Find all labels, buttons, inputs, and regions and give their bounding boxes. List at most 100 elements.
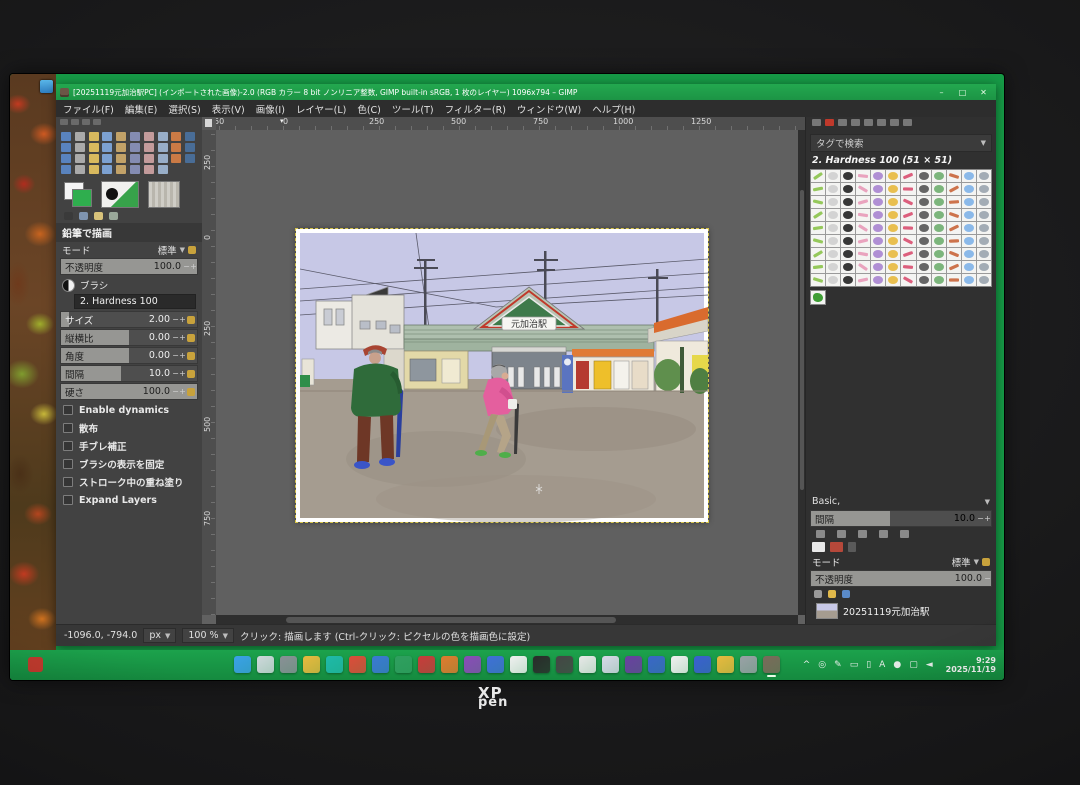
brush-action-icons[interactable] — [806, 528, 996, 540]
brush-name-field[interactable]: 2. Hardness 100 — [74, 294, 196, 309]
link-icon[interactable] — [187, 352, 195, 360]
active-brush-preview[interactable] — [101, 181, 139, 208]
brush-cell[interactable] — [871, 196, 885, 208]
tool-button[interactable] — [158, 143, 168, 152]
oneNote-icon[interactable] — [464, 656, 481, 673]
tool-button[interactable] — [102, 132, 112, 141]
tool-button[interactable] — [171, 143, 181, 152]
brush-cell[interactable] — [811, 170, 825, 182]
link-icon[interactable] — [187, 316, 195, 324]
tool-button[interactable] — [185, 143, 195, 152]
tool-button[interactable] — [185, 154, 195, 163]
brush-cell[interactable] — [932, 261, 946, 273]
brush-cell[interactable] — [871, 274, 885, 286]
link-icon[interactable] — [187, 388, 195, 396]
decrement-button[interactable]: − — [977, 514, 984, 523]
brush-search-input[interactable]: タグで検索 ▼ — [810, 134, 992, 152]
decrement-button[interactable]: − — [172, 351, 179, 360]
active-pattern-preview[interactable] — [148, 181, 180, 208]
checkbox-icon[interactable] — [63, 477, 73, 487]
tool-option-checkbox[interactable]: 手ブレ補正 — [56, 437, 202, 455]
menu-item[interactable]: 表示(V) — [212, 102, 245, 116]
tool-button[interactable] — [102, 143, 112, 152]
tool-button[interactable] — [89, 143, 99, 152]
app-red-icon[interactable] — [418, 656, 435, 673]
brush-cell[interactable] — [856, 261, 870, 273]
tool-grid[interactable] — [56, 130, 202, 176]
tool-button[interactable] — [61, 154, 71, 163]
tool-button[interactable] — [158, 132, 168, 141]
brush-cell[interactable] — [856, 248, 870, 260]
brush-cell[interactable] — [856, 196, 870, 208]
tool-button[interactable] — [144, 165, 154, 174]
brush-cell[interactable] — [856, 183, 870, 195]
tool-button[interactable] — [75, 165, 85, 174]
tool-button[interactable] — [116, 132, 126, 141]
brush-cell[interactable] — [871, 222, 885, 234]
checkbox-icon[interactable] — [63, 405, 73, 415]
brush-cell[interactable] — [826, 222, 840, 234]
excel-icon[interactable] — [395, 656, 412, 673]
tool-button[interactable] — [116, 165, 126, 174]
tool-button[interactable] — [102, 165, 112, 174]
brush-cell[interactable] — [841, 235, 855, 247]
minimize-button[interactable]: – — [933, 88, 950, 97]
brush-cell[interactable] — [947, 209, 961, 221]
increment-button[interactable]: + — [984, 514, 991, 523]
brush-cell[interactable] — [977, 170, 991, 182]
menu-item[interactable]: フィルター(R) — [445, 102, 506, 116]
brush-cell[interactable] — [977, 196, 991, 208]
tool-button[interactable] — [89, 165, 99, 174]
brush-cell[interactable] — [962, 274, 976, 286]
brush-cell[interactable] — [932, 248, 946, 260]
vertical-ruler[interactable]: 2500250500750 — [202, 130, 217, 615]
start-icon[interactable] — [234, 656, 251, 673]
brush-cell[interactable] — [932, 196, 946, 208]
tool-button[interactable] — [158, 154, 168, 163]
tray-battery-icon[interactable]: ▭ — [850, 660, 859, 670]
brush-cell[interactable] — [886, 248, 900, 260]
brush-cell[interactable] — [856, 222, 870, 234]
mode-row[interactable]: モード 標準 ▼ — [56, 242, 202, 257]
brush-cell[interactable] — [901, 222, 915, 234]
brush-cell[interactable] — [947, 274, 961, 286]
tool-button[interactable] — [116, 143, 126, 152]
brush-cell[interactable] — [932, 235, 946, 247]
tool-button[interactable] — [144, 132, 154, 141]
title-bar[interactable]: [20251119元加治駅PC] (インポートされた画像)-2.0 (RGB カ… — [56, 84, 996, 100]
taskbar-left-app-icon[interactable] — [28, 657, 43, 672]
brush-cell[interactable] — [962, 222, 976, 234]
brush-cell[interactable] — [856, 274, 870, 286]
brush-cell[interactable] — [886, 274, 900, 286]
brush-cell[interactable] — [826, 235, 840, 247]
toolbox-mini-icons[interactable] — [56, 210, 202, 223]
terminal-icon[interactable] — [533, 656, 550, 673]
brush-cell[interactable] — [947, 261, 961, 273]
brush-cell[interactable] — [901, 248, 915, 260]
acrobat-icon[interactable] — [694, 656, 711, 673]
tool-option-checkbox[interactable]: ブラシの表示を固定 — [56, 455, 202, 473]
tool-button[interactable] — [116, 154, 126, 163]
fg-bg-color-swatch[interactable] — [64, 182, 92, 207]
brush-cell[interactable] — [977, 222, 991, 234]
brush-cell[interactable] — [901, 196, 915, 208]
ruler-corner-box[interactable] — [202, 117, 217, 131]
brush-cell[interactable] — [977, 235, 991, 247]
brush-cell[interactable] — [962, 183, 976, 195]
menu-item[interactable]: 編集(E) — [125, 102, 157, 116]
layer-lock-icons[interactable] — [806, 588, 996, 600]
decrement-button[interactable]: − — [172, 315, 179, 324]
tool-button[interactable] — [130, 165, 140, 174]
tool-option-slider[interactable]: 角度 0.00 − + — [60, 347, 198, 364]
brush-cell[interactable] — [962, 170, 976, 182]
layer-opacity-slider[interactable]: 不透明度 100.0 − — [810, 570, 992, 587]
brush-cell[interactable] — [826, 196, 840, 208]
brush-cell-pepper[interactable] — [810, 290, 826, 305]
brush-cell[interactable] — [947, 183, 961, 195]
tool-button[interactable] — [158, 165, 168, 174]
dock-tab-icons[interactable] — [806, 117, 996, 133]
checkbox-icon[interactable] — [63, 459, 73, 469]
brush-cell[interactable] — [841, 248, 855, 260]
menu-item[interactable]: 選択(S) — [168, 102, 200, 116]
canvas-image[interactable]: 元加治駅 — [296, 229, 708, 522]
